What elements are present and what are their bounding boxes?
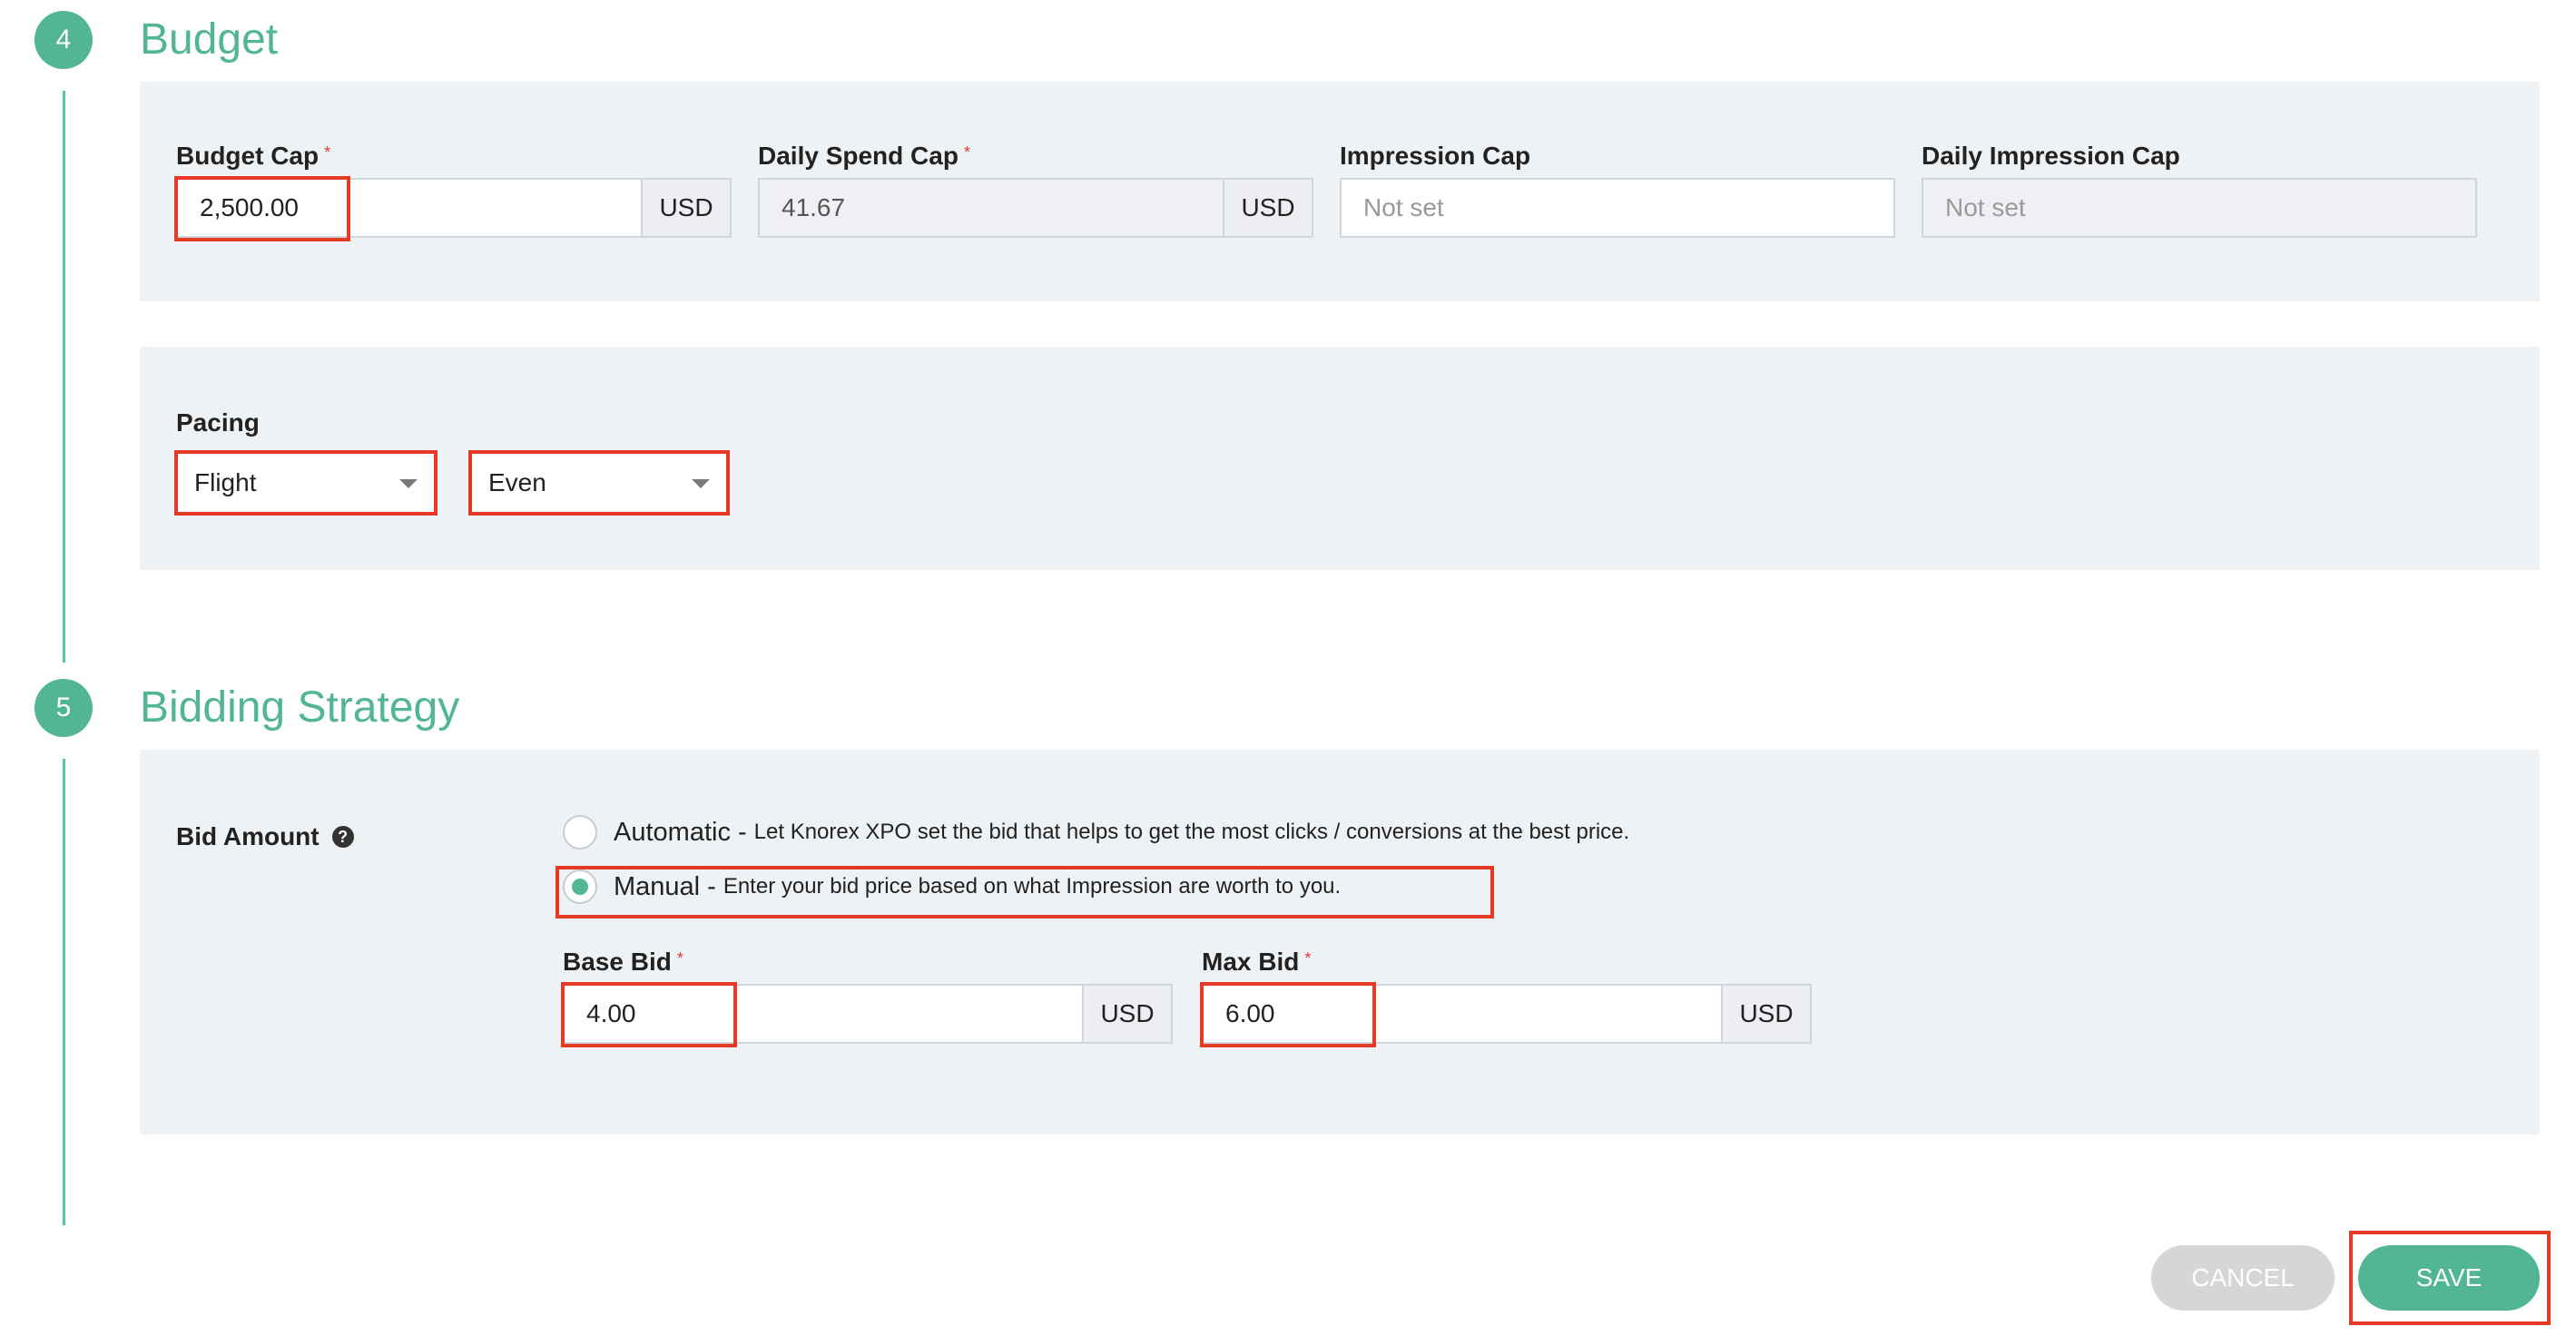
- max-bid-field: Max Bid * 6.00 USD: [1200, 948, 1812, 1047]
- bid-option-automatic[interactable]: Automatic - Let Knorex XPO set the bid t…: [563, 815, 1629, 850]
- pacing-mode-select[interactable]: Even: [468, 450, 730, 516]
- impression-cap-input[interactable]: Not set: [1342, 180, 1893, 236]
- pacing-mode-value: Even: [488, 468, 546, 496]
- step-timeline-budget: [63, 91, 65, 663]
- required-marker: *: [676, 949, 683, 968]
- base-bid-input-group: 4.00 USD: [561, 982, 1173, 1047]
- bid-option-automatic-desc: Let Knorex XPO set the bid that helps to…: [753, 820, 1630, 844]
- required-marker: *: [963, 143, 970, 162]
- section-title-budget: Budget: [140, 15, 279, 64]
- budget-cap-input[interactable]: 2,500.00: [178, 180, 641, 236]
- base-bid-field: Base Bid * 4.00 USD: [561, 948, 1173, 1047]
- radio-manual[interactable]: [563, 869, 597, 904]
- budget-cap-input-group: 2,500.00 USD: [174, 176, 732, 241]
- budget-caps-panel: Budget Cap * 2,500.00 USD Daily Spend Ca…: [140, 82, 2540, 301]
- impression-cap-field: Impression Cap Not set: [1340, 142, 1895, 238]
- cancel-button[interactable]: CANCEL: [2151, 1245, 2335, 1311]
- daily-spend-cap-label: Daily Spend Cap: [758, 142, 959, 170]
- bid-option-manual-desc: Enter your bid price based on what Impre…: [723, 874, 1342, 899]
- pacing-label: Pacing: [176, 408, 260, 437]
- max-bid-input-group: 6.00 USD: [1200, 982, 1812, 1047]
- budget-cap-label: Budget Cap: [176, 142, 320, 170]
- radio-automatic[interactable]: [563, 815, 597, 850]
- campaign-settings-page: 4 Budget Budget Cap * 2,500.00 USD Daily…: [0, 0, 2576, 1336]
- daily-impression-cap-field: Daily Impression Cap Not set: [1922, 142, 2477, 238]
- help-icon[interactable]: ?: [331, 826, 354, 848]
- daily-impression-cap-input-group: Not set: [1922, 178, 2477, 238]
- base-bid-label: Base Bid: [563, 948, 672, 976]
- daily-spend-cap-input: 41.67: [782, 193, 846, 221]
- impression-cap-label: Impression Cap: [1340, 142, 1531, 170]
- step-number-5: 5: [34, 679, 93, 737]
- bid-option-manual-title: Manual -: [614, 871, 716, 901]
- base-bid-input[interactable]: 4.00: [565, 986, 1082, 1042]
- budget-cap-currency: USD: [641, 180, 730, 236]
- pacing-panel: Pacing Flight Even: [140, 347, 2540, 570]
- daily-impression-cap-input: Not set: [1945, 193, 2026, 221]
- daily-spend-cap-input-group: 41.67 USD: [758, 178, 1313, 238]
- required-marker: *: [324, 143, 331, 162]
- max-bid-input[interactable]: 6.00: [1204, 986, 1721, 1042]
- bid-option-manual[interactable]: Manual - Enter your bid price based on w…: [563, 869, 1341, 904]
- daily-impression-cap-label: Daily Impression Cap: [1922, 142, 2180, 170]
- section-title-bidding-strategy: Bidding Strategy: [140, 683, 460, 732]
- budget-cap-field: Budget Cap * 2,500.00 USD: [174, 142, 732, 241]
- required-marker: *: [1304, 949, 1312, 968]
- bid-option-automatic-title: Automatic -: [614, 817, 747, 847]
- radio-selected-dot: [572, 879, 588, 895]
- pacing-type-select[interactable]: Flight: [174, 450, 438, 516]
- daily-spend-cap-currency: USD: [1223, 180, 1312, 236]
- bidding-panel: Bid Amount ? Automatic - Let Knorex XPO …: [140, 750, 2540, 1135]
- impression-cap-input-group: Not set: [1340, 178, 1895, 238]
- daily-spend-cap-field: Daily Spend Cap * 41.67 USD: [758, 142, 1313, 238]
- max-bid-label: Max Bid: [1202, 948, 1300, 976]
- step-number-4: 4: [34, 11, 93, 69]
- pacing-type-value: Flight: [194, 468, 257, 496]
- base-bid-currency: USD: [1082, 986, 1171, 1042]
- step-timeline-bidding: [63, 759, 65, 1225]
- chevron-down-icon: [399, 479, 418, 488]
- bid-amount-label: Bid Amount ?: [176, 819, 354, 855]
- chevron-down-icon: [692, 479, 710, 488]
- max-bid-currency: USD: [1721, 986, 1810, 1042]
- save-button[interactable]: SAVE: [2358, 1245, 2540, 1311]
